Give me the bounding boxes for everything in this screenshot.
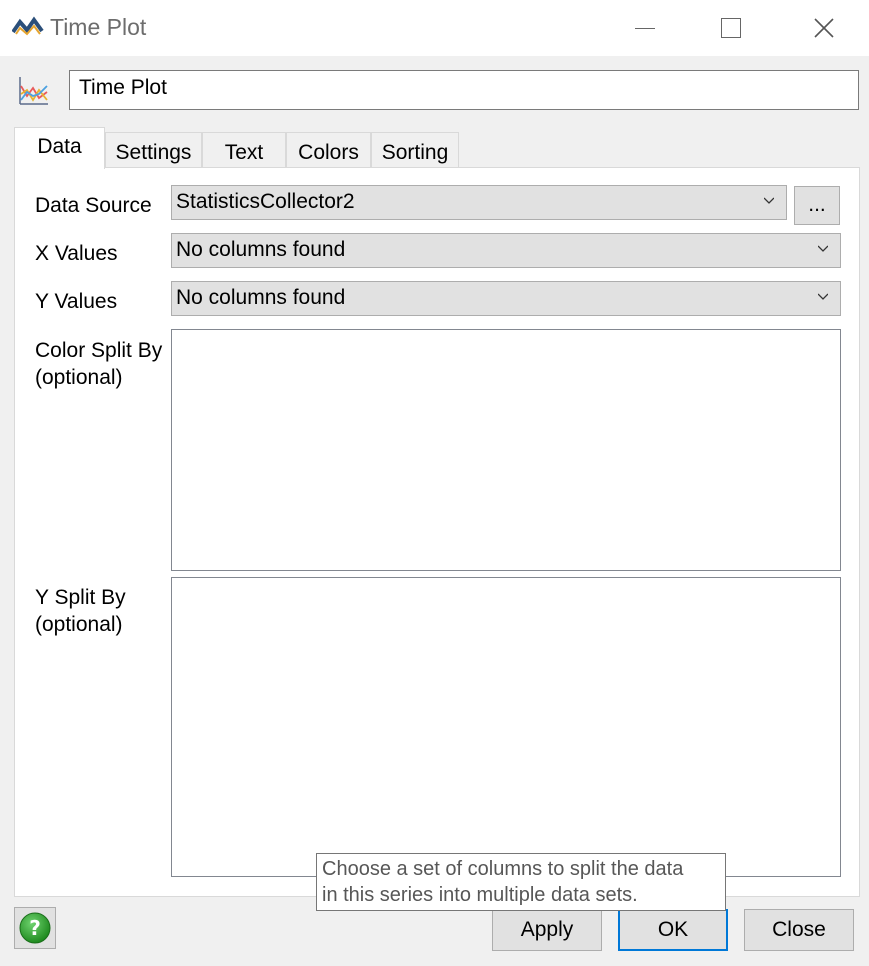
minimize-button[interactable] — [600, 0, 690, 56]
flexsim-logo-icon — [12, 16, 44, 36]
time-plot-chart-icon — [19, 77, 48, 105]
close-button[interactable]: Close — [744, 909, 854, 951]
color-split-label: Color Split By — [35, 339, 163, 362]
data-source-value: StatisticsCollector2 — [176, 190, 355, 213]
x-values-label: X Values — [35, 242, 118, 265]
y-split-optional-label: (optional) — [35, 613, 123, 636]
chevron-down-icon — [764, 197, 774, 204]
x-values-dropdown[interactable]: No columns found — [171, 233, 841, 268]
tooltip-line-2: in this series into multiple data sets. — [322, 884, 638, 906]
maximize-button[interactable] — [686, 0, 776, 56]
svg-text:?: ? — [29, 916, 41, 940]
tab-sorting[interactable]: Sorting — [371, 132, 459, 168]
y-values-value: No columns found — [176, 286, 346, 309]
data-source-label: Data Source — [35, 194, 152, 217]
browse-data-source-button[interactable]: ... — [794, 186, 840, 225]
tab-settings[interactable]: Settings — [105, 132, 202, 168]
color-split-listbox[interactable] — [171, 329, 841, 571]
ok-button[interactable]: OK — [618, 909, 728, 951]
tab-text[interactable]: Text — [202, 132, 286, 168]
chevron-down-icon — [818, 245, 828, 252]
window-title: Time Plot — [50, 14, 147, 40]
y-values-label: Y Values — [35, 290, 118, 313]
y-split-label: Y Split By — [35, 586, 126, 609]
tab-data[interactable]: Data — [14, 127, 105, 169]
chevron-down-icon — [818, 293, 828, 300]
tooltip: Choose a set of columns to split the dat… — [316, 853, 726, 911]
name-field[interactable]: Time Plot — [69, 70, 859, 110]
color-split-optional-label: (optional) — [35, 366, 123, 389]
y-values-dropdown[interactable]: No columns found — [171, 281, 841, 316]
help-question-icon: ? — [19, 912, 51, 944]
help-button[interactable]: ? — [14, 907, 56, 949]
minimize-icon — [635, 27, 655, 29]
tab-colors[interactable]: Colors — [286, 132, 371, 168]
maximize-icon — [721, 18, 741, 38]
data-source-dropdown[interactable]: StatisticsCollector2 — [171, 185, 787, 220]
x-values-value: No columns found — [176, 238, 346, 261]
close-icon — [814, 18, 834, 38]
apply-button[interactable]: Apply — [492, 909, 602, 951]
y-split-listbox[interactable] — [171, 577, 841, 877]
close-window-button[interactable] — [779, 0, 869, 56]
tooltip-line-1: Choose a set of columns to split the dat… — [322, 858, 684, 880]
title-bar: Time Plot — [0, 0, 869, 56]
